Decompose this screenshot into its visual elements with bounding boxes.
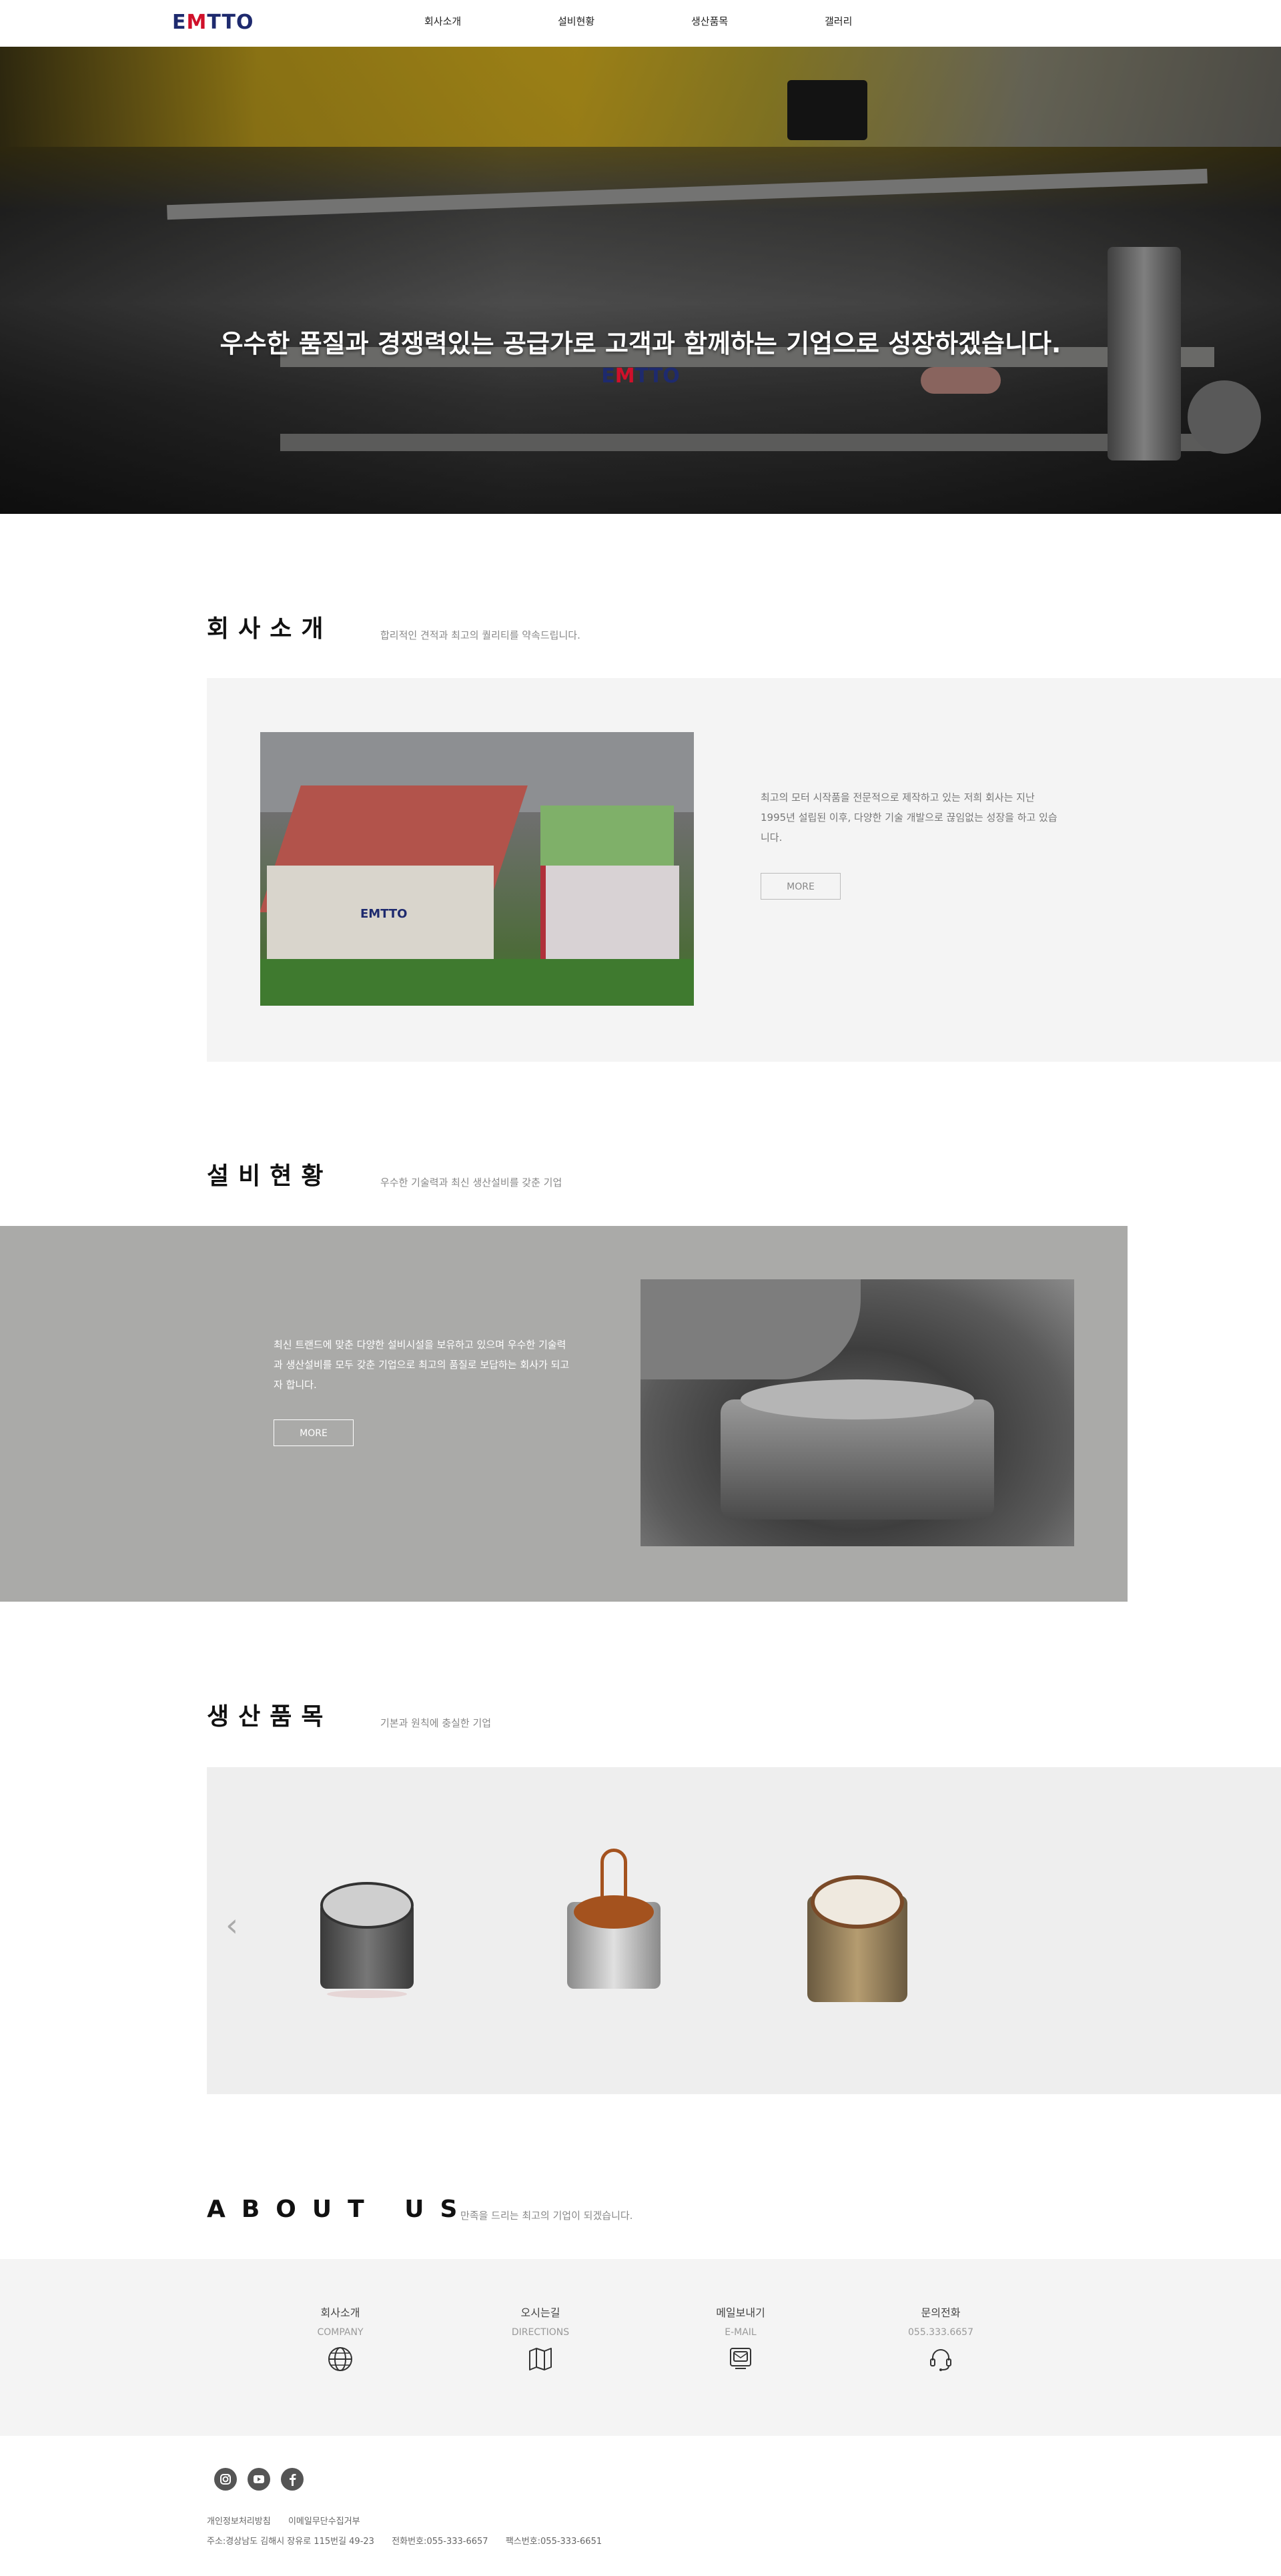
- site-footer: [0, 2436, 1281, 2576]
- nav-item-products[interactable]: 생산품목: [691, 15, 728, 28]
- section-title-company: 회사소개: [207, 615, 333, 643]
- section-subtitle-company: 합리적인 견적과 최고의 퀄리티를 약속드립니다.: [380, 629, 580, 641]
- about-item-title: 메일보내기: [716, 2306, 765, 2319]
- privacy-policy-link[interactable]: 개인정보처리방침: [207, 2517, 271, 2527]
- nav-item-company[interactable]: 회사소개: [424, 15, 461, 28]
- footer-phone: 전화번호:055-333-6657: [392, 2537, 488, 2547]
- nav-item-gallery[interactable]: 갤러리: [825, 15, 852, 28]
- section-subtitle-products: 기본과 원칙에 충실한 기업: [380, 1717, 492, 1729]
- about-item-phone[interactable]: 문의전화 055.333.6657: [874, 2306, 1007, 2375]
- site-header: EMTTO 회사소개 설비현황 생산품목 갤러리: [0, 0, 1281, 47]
- photo-office-building: [540, 866, 679, 966]
- photo-hand: [640, 1279, 861, 1379]
- product-rotor[interactable]: [320, 1875, 414, 2009]
- product-copper-coil: [574, 1895, 654, 1929]
- equipment-description: 최신 트랜드에 맞춘 다양한 설비시설을 보유하고 있으며 우수한 기술력과 생…: [274, 1339, 570, 1391]
- about-item-sub: DIRECTIONS: [511, 2327, 570, 2338]
- footer-contact: 주소:경상남도 김해시 장유로 115번길 49-23 전화번호:055-333…: [207, 2536, 602, 2548]
- about-item-title: 오시는길: [520, 2306, 560, 2319]
- section-title-about: ABOUT US: [207, 2196, 474, 2223]
- about-item-company[interactable]: 회사소개 COMPANY: [274, 2306, 407, 2375]
- footer-fax: 팩스번호:055-333-6651: [505, 2537, 602, 2547]
- instagram-icon[interactable]: [214, 2468, 237, 2491]
- section-subtitle-equipment: 우수한 기술력과 최신 생산설비를 갖춘 기업: [380, 1177, 562, 1189]
- about-item-email[interactable]: 메일보내기 E-MAIL: [674, 2306, 807, 2375]
- about-item-sub: 055.333.6657: [908, 2327, 973, 2338]
- site-logo[interactable]: EMTTO: [172, 9, 254, 36]
- headset-icon: [874, 2346, 1007, 2375]
- about-item-directions[interactable]: 오시는길 DIRECTIONS: [474, 2306, 607, 2375]
- photo-green-roof: [540, 806, 674, 872]
- about-item-sub: E-MAIL: [725, 2327, 757, 2338]
- globe-icon: [274, 2346, 407, 2375]
- hero-banner: 우수한 품질과 경쟁력있는 공급가로 고객과 함께하는 기업으로 성장하겠습니다…: [0, 47, 1281, 514]
- about-strip: [0, 2259, 1281, 2436]
- equipment-more-button[interactable]: MORE: [274, 1419, 354, 1446]
- photo-machine-top: [741, 1379, 974, 1419]
- email-refusal-link[interactable]: 이메일무단수집거부: [288, 2517, 360, 2527]
- hero-logo: EMTTO: [601, 364, 680, 388]
- photo-building-sign: EMTTO: [360, 907, 408, 921]
- about-item-title: 문의전화: [921, 2306, 961, 2319]
- youtube-icon[interactable]: [248, 2468, 270, 2491]
- section-title-equipment: 설비현황: [207, 1163, 333, 1190]
- nav-item-equipment[interactable]: 설비현황: [558, 15, 594, 28]
- footer-links: 개인정보처리방침 이메일무단수집거부: [207, 2516, 360, 2528]
- photo-trees: [260, 959, 694, 1006]
- product-rotor-shadow: [327, 1990, 407, 1998]
- product-rotor-top: [320, 1882, 414, 1929]
- section-title-products: 생산품목: [207, 1703, 333, 1730]
- equipment-photo: [640, 1279, 1074, 1546]
- company-more-button[interactable]: MORE: [761, 873, 841, 900]
- hero-title: 우수한 품질과 경쟁력있는 공급가로 고객과 함께하는 기업으로 성장하겠습니다…: [220, 329, 1061, 358]
- mail-icon: [674, 2346, 807, 2375]
- section-subtitle-about: 만족을 드리는 최고의 기업이 되겠습니다.: [460, 2210, 633, 2222]
- company-description: 최고의 모터 시작품을 전문적으로 제작하고 있는 저희 회사는 지난 1995…: [761, 791, 1057, 844]
- hero-overlay: [0, 47, 1281, 514]
- map-icon: [474, 2346, 607, 2375]
- about-item-title: 회사소개: [320, 2306, 360, 2319]
- product-wound-stator[interactable]: [567, 1849, 661, 2009]
- carousel-prev-arrow[interactable]: ‹: [226, 1909, 238, 1942]
- footer-address: 주소:경상남도 김해시 장유로 115번길 49-23: [207, 2537, 374, 2547]
- product-coil-top: [811, 1875, 904, 1929]
- about-item-sub: COMPANY: [317, 2327, 364, 2338]
- product-stator-coil[interactable]: [807, 1862, 907, 2009]
- facebook-icon[interactable]: [281, 2468, 304, 2491]
- company-building-photo: EMTTO: [260, 732, 694, 1006]
